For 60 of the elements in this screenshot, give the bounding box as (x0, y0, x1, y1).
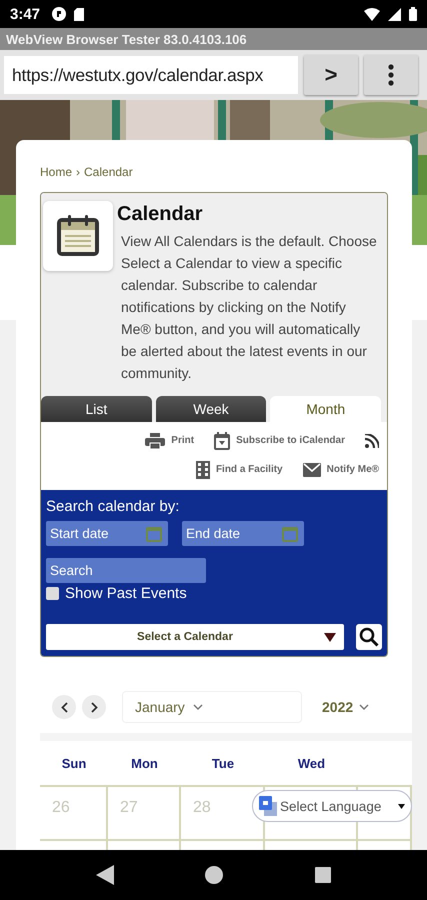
rss-icon (365, 434, 379, 448)
sd-card-icon (74, 8, 84, 20)
calendar-icon (214, 432, 230, 450)
wifi-icon (364, 8, 380, 20)
start-date-field[interactable]: Start date (46, 521, 168, 546)
battery-icon (409, 7, 417, 21)
search-heading: Search calendar by: (46, 498, 180, 515)
checkbox-label: Show Past Events (65, 585, 187, 602)
menu-button[interactable] (364, 55, 418, 95)
view-tab[interactable]: Month (270, 396, 382, 422)
calendar-icon (55, 213, 101, 259)
next-button[interactable] (82, 695, 106, 719)
breadcrumb-separator: › (76, 165, 80, 179)
tool-link[interactable]: Find a Facility (196, 460, 283, 478)
clock-time: 3:47 (10, 6, 40, 22)
home-icon (205, 866, 224, 884)
weekday-header: Sun (60, 756, 88, 770)
chevron-down-icon (192, 704, 203, 710)
caret-icon (398, 804, 405, 808)
search-field[interactable]: Search (46, 558, 206, 583)
calendar-icon (282, 526, 298, 542)
view-tab[interactable]: Week (156, 396, 266, 422)
calendar-title: Calendar (117, 203, 204, 226)
previous-button[interactable] (52, 695, 76, 719)
end-date-field[interactable]: End date (182, 521, 304, 546)
building-icon (196, 460, 210, 478)
printer-icon (145, 432, 166, 448)
calendar-dropdown[interactable]: Select a Calendar (46, 624, 344, 650)
chevron-down-icon (359, 704, 370, 710)
caret-icon (324, 632, 336, 642)
view-tab[interactable]: List (41, 396, 152, 422)
weekday-header: Wed (296, 756, 326, 770)
circle-badge-icon (52, 7, 66, 21)
app-title: WebView Browser Tester 83.0.4103.106 (0, 28, 427, 50)
checkbox[interactable] (46, 587, 59, 600)
weekday-header: Tue (210, 756, 236, 770)
month-dropdown[interactable]: January (122, 691, 302, 723)
tool-link[interactable]: Notify Me® (302, 462, 379, 476)
search-icon (359, 627, 379, 647)
signal-icon (388, 8, 401, 20)
calendar-description: View All Calendars is the default. Choose Select a Calendar to view a specific calendar. Subscribe to calendar notifications by clicking on the Notify Me® button, and you will automatically be alerted about the latest events in our community. (121, 232, 378, 383)
weekday-header: Mon (130, 756, 159, 770)
translate-icon (259, 796, 277, 816)
language-dropdown[interactable]: Select Language (252, 790, 412, 822)
back-icon (96, 865, 114, 885)
rss-link[interactable] (365, 434, 379, 448)
search-button[interactable] (356, 624, 382, 650)
envelope-icon (302, 462, 321, 476)
chevron-left-icon (60, 702, 68, 712)
more-icon (388, 64, 394, 86)
chevron-right-icon (90, 702, 98, 712)
calendar-icon (146, 526, 162, 542)
year-dropdown[interactable]: 2022 (316, 698, 376, 716)
tool-link[interactable]: Subscribe to iCalendar (214, 432, 345, 450)
recents-icon (315, 867, 332, 883)
breadcrumb-link[interactable]: Home (40, 165, 72, 179)
tool-link[interactable]: Print (145, 432, 194, 448)
breadcrumb-link[interactable]: Calendar (84, 165, 133, 179)
url-field[interactable]: https://westutx.gov/calendar.aspx (4, 56, 298, 94)
go-button[interactable]: > (304, 55, 358, 95)
